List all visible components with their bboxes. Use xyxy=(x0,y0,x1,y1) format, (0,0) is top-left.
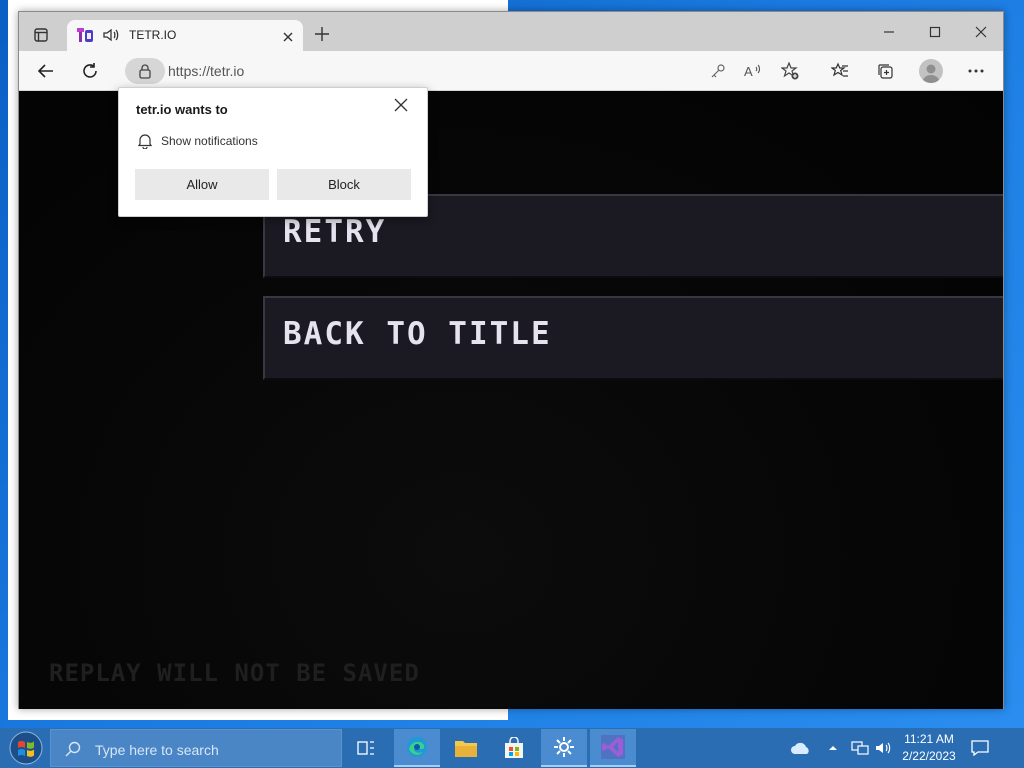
visual-studio-icon[interactable] xyxy=(590,729,636,767)
tab-actions-icon[interactable] xyxy=(30,24,52,46)
svg-text:A: A xyxy=(744,64,753,79)
replay-notice: REPLAY WILL NOT BE SAVED xyxy=(49,659,420,687)
profile-icon[interactable] xyxy=(919,59,943,83)
close-icon[interactable] xyxy=(394,98,408,112)
system-clock[interactable]: 11:21 AM 2/22/2023 xyxy=(896,731,962,765)
read-aloud-icon[interactable]: A xyxy=(743,60,765,82)
search-input[interactable]: Type here to search xyxy=(50,729,342,767)
tetrio-favicon-icon xyxy=(77,27,93,43)
edge-icon[interactable] xyxy=(394,729,440,767)
key-icon[interactable] xyxy=(707,60,729,82)
popup-title: tetr.io wants to xyxy=(136,102,228,117)
chevron-up-icon[interactable] xyxy=(826,738,840,758)
allow-button[interactable]: Allow xyxy=(135,169,269,200)
settings-icon[interactable] xyxy=(541,729,587,767)
search-icon xyxy=(65,741,81,757)
close-icon[interactable] xyxy=(282,30,294,42)
notification-permission-popup: tetr.io wants to Show notifications Allo… xyxy=(118,87,428,217)
site-info-button[interactable] xyxy=(125,58,165,84)
block-button[interactable]: Block xyxy=(277,169,411,200)
onedrive-icon[interactable] xyxy=(788,738,814,758)
search-placeholder: Type here to search xyxy=(95,742,219,758)
bell-icon xyxy=(137,133,153,150)
permission-label: Show notifications xyxy=(161,134,258,148)
plus-icon[interactable] xyxy=(314,26,330,42)
tab-title: TETR.IO xyxy=(129,28,177,42)
volume-icon[interactable] xyxy=(873,738,893,758)
speaker-icon[interactable] xyxy=(102,27,120,43)
minimize-icon[interactable] xyxy=(879,22,899,42)
clock-date: 2/22/2023 xyxy=(902,749,956,763)
tab-tetrio[interactable]: TETR.IO xyxy=(67,20,303,51)
maximize-icon[interactable] xyxy=(925,22,945,42)
taskbar: Type here to search 11:21 AM 2/22/2023 xyxy=(0,728,1024,768)
tab-strip: TETR.IO xyxy=(19,12,1003,51)
file-explorer-icon[interactable] xyxy=(443,729,489,767)
star-add-icon[interactable] xyxy=(779,60,801,82)
notification-icon[interactable] xyxy=(970,738,990,758)
browser-toolbar: https://tetr.io A xyxy=(19,51,1003,91)
arrow-left-icon[interactable] xyxy=(35,60,57,82)
back-to-title-button[interactable]: BACK TO TITLE xyxy=(263,296,1003,380)
url-text[interactable]: https://tetr.io xyxy=(168,63,244,79)
collections-icon[interactable] xyxy=(874,60,896,82)
clock-time: 11:21 AM xyxy=(904,732,954,746)
windows-logo-icon xyxy=(9,731,43,765)
address-bar[interactable]: https://tetr.io xyxy=(125,56,805,86)
favorites-icon[interactable] xyxy=(829,60,851,82)
lock-icon xyxy=(139,64,151,79)
network-icon[interactable] xyxy=(850,738,870,758)
task-view-icon[interactable] xyxy=(343,729,389,767)
refresh-icon[interactable] xyxy=(79,60,101,82)
back-to-title-label: BACK TO TITLE xyxy=(283,316,552,352)
start-button[interactable] xyxy=(6,730,46,766)
retry-label: RETRY xyxy=(283,214,387,250)
more-icon[interactable] xyxy=(965,60,987,82)
microsoft-store-icon[interactable] xyxy=(491,729,537,767)
close-window-icon[interactable] xyxy=(971,22,991,42)
